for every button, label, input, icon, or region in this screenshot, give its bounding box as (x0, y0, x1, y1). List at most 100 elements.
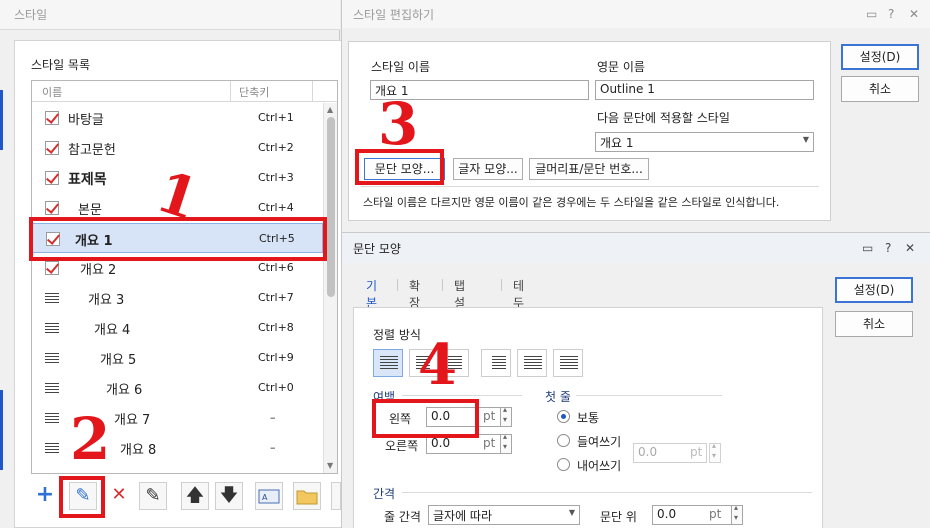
checked-style-icon (45, 171, 59, 185)
window-title: 문단 모양 (353, 242, 401, 256)
list-item[interactable]: 개요 5 Ctrl+9 (32, 343, 323, 373)
unit-label: pt (690, 445, 703, 459)
arrow-up-icon: 🡅 (185, 485, 205, 506)
para-above-stepper[interactable] (731, 503, 743, 525)
style-shortcut: Ctrl+1 (258, 111, 294, 124)
divider (361, 186, 819, 187)
column-shortcut[interactable]: 단축키 (230, 81, 269, 102)
annotation-step-2: 2 (70, 405, 111, 473)
edit-shortcut-button[interactable]: ✎ (139, 482, 167, 510)
left-margin-stepper[interactable] (500, 405, 512, 427)
ok-button[interactable]: 설정(D) (835, 277, 913, 303)
english-name-input[interactable]: Outline 1 (595, 80, 814, 100)
radio-normal[interactable] (557, 410, 570, 423)
scroll-down-icon[interactable]: ▼ (327, 461, 333, 470)
checked-style-icon (45, 141, 59, 155)
style-shortcut: Ctrl+7 (258, 291, 294, 304)
next-style-value: 개요 1 (600, 136, 634, 150)
style-note: 스타일 이름은 다르지만 영문 이름이 같은 경우에는 두 스타일을 같은 스타… (363, 196, 780, 209)
style-name: 개요 6 (106, 383, 143, 398)
style-name: 개요 4 (94, 323, 131, 338)
delete-icon: ✕ (111, 484, 127, 505)
paragraph-style-icon (45, 353, 59, 364)
doc-edge (0, 90, 3, 150)
help-chat-icon[interactable]: ▭ (866, 7, 877, 21)
list-item[interactable]: 개요 6 Ctrl+0 (32, 373, 323, 403)
align-split-button[interactable] (553, 349, 583, 377)
style-name-label: 스타일 이름 (371, 60, 431, 74)
align-distribute-button[interactable] (517, 349, 547, 377)
next-style-select[interactable]: 개요 1 ▼ (595, 132, 814, 152)
bullet-numbering-button[interactable]: 글머리표/문단 번호... (529, 158, 649, 180)
tab-extended[interactable]: 확장 (409, 277, 420, 311)
style-edit-window: 스타일 편집하기 ▭ ? ✕ 스타일 이름 개요 1 영문 이름 Outline… (341, 0, 930, 232)
style-shortcut: Ctrl+3 (258, 171, 294, 184)
help-icon[interactable]: ? (885, 241, 891, 255)
list-item[interactable]: 바탕글 Ctrl+1 (32, 103, 323, 133)
right-margin-stepper[interactable] (500, 432, 512, 454)
chevron-down-icon: ▼ (802, 135, 809, 144)
para-above-input[interactable]: 0.0 pt (652, 505, 732, 525)
scroll-up-icon[interactable]: ▲ (327, 105, 333, 114)
import-style-button[interactable]: A (255, 482, 283, 510)
style-name: 참고문헌 (68, 143, 116, 158)
help-chat-icon[interactable]: ▭ (862, 241, 873, 255)
cancel-button[interactable]: 취소 (835, 311, 913, 337)
divider (402, 492, 812, 493)
style-shortcut: Ctrl+8 (258, 321, 294, 334)
style-shortcut: Ctrl+0 (258, 381, 294, 394)
open-folder-button[interactable] (293, 482, 321, 510)
indent-amount-stepper[interactable] (709, 441, 721, 463)
style-shortcut: Ctrl+9 (258, 351, 294, 364)
paragraph-titlebar: 문단 모양 ▭ ? ✕ (342, 233, 930, 263)
ok-button[interactable]: 설정(D) (841, 44, 919, 70)
paragraph-style-icon (45, 293, 59, 304)
more-button[interactable] (331, 482, 341, 510)
scroll-thumb[interactable] (327, 117, 335, 297)
checked-style-icon (45, 261, 59, 275)
align-right-button[interactable] (481, 349, 511, 377)
list-scrollbar[interactable]: ▲ ▼ (323, 103, 337, 473)
checked-style-icon (45, 111, 59, 125)
para-above-label: 문단 위 (600, 510, 637, 524)
style-file-icon: A (258, 489, 280, 504)
cancel-button[interactable]: 취소 (841, 76, 919, 102)
move-down-button[interactable]: 🡇 (215, 482, 243, 510)
paragraph-style-icon (45, 443, 59, 454)
style-edit-group: 스타일 이름 개요 1 영문 이름 Outline 1 다음 문단에 적용할 스… (348, 41, 831, 221)
add-style-button[interactable]: + (31, 482, 59, 510)
english-name-label: 영문 이름 (597, 60, 645, 74)
indent-amount-input[interactable]: 0.0 pt (633, 443, 707, 463)
close-icon[interactable]: ✕ (909, 7, 919, 21)
delete-style-button[interactable]: ✕ (105, 482, 133, 510)
paragraph-style-icon (45, 413, 59, 424)
close-icon[interactable]: ✕ (905, 241, 915, 255)
style-name: 개요 5 (100, 353, 137, 368)
align-justify-button[interactable] (373, 349, 403, 377)
line-spacing-select[interactable]: 글자에 따라 ▼ (428, 505, 580, 525)
list-item[interactable]: 개요 3 Ctrl+7 (32, 283, 323, 313)
char-shape-button[interactable]: 글자 모양... (453, 158, 523, 180)
paragraph-style-icon (45, 323, 59, 334)
right-margin-value: 0.0 (431, 436, 451, 450)
style-list-window: 스타일 스타일 목록 이름 단축키 바탕글 Ctrl+1 참고문헌 Ctrl+2… (0, 0, 344, 528)
radio-indent[interactable] (557, 434, 570, 447)
arrow-down-icon: 🡇 (219, 485, 239, 506)
style-name: 표제목 (68, 172, 107, 188)
style-name: 개요 3 (88, 293, 125, 308)
radio-outdent[interactable] (557, 458, 570, 471)
style-name: 개요 2 (80, 263, 117, 278)
radio-normal-label: 보통 (577, 411, 600, 425)
help-icon[interactable]: ? (888, 7, 894, 21)
move-up-button[interactable]: 🡅 (181, 482, 209, 510)
list-item[interactable]: 참고문헌 Ctrl+2 (32, 133, 323, 163)
plus-icon: + (35, 482, 55, 507)
style-name: 개요 8 (120, 443, 157, 458)
style-list-titlebar: 스타일 (0, 0, 340, 30)
style-shortcut: Ctrl+2 (258, 141, 294, 154)
column-extra (312, 81, 326, 102)
align-label: 정렬 방식 (373, 328, 421, 342)
list-item[interactable]: 개요 4 Ctrl+8 (32, 313, 323, 343)
column-name[interactable]: 이름 (42, 84, 62, 100)
spacing-group-title: 간격 (373, 487, 396, 501)
